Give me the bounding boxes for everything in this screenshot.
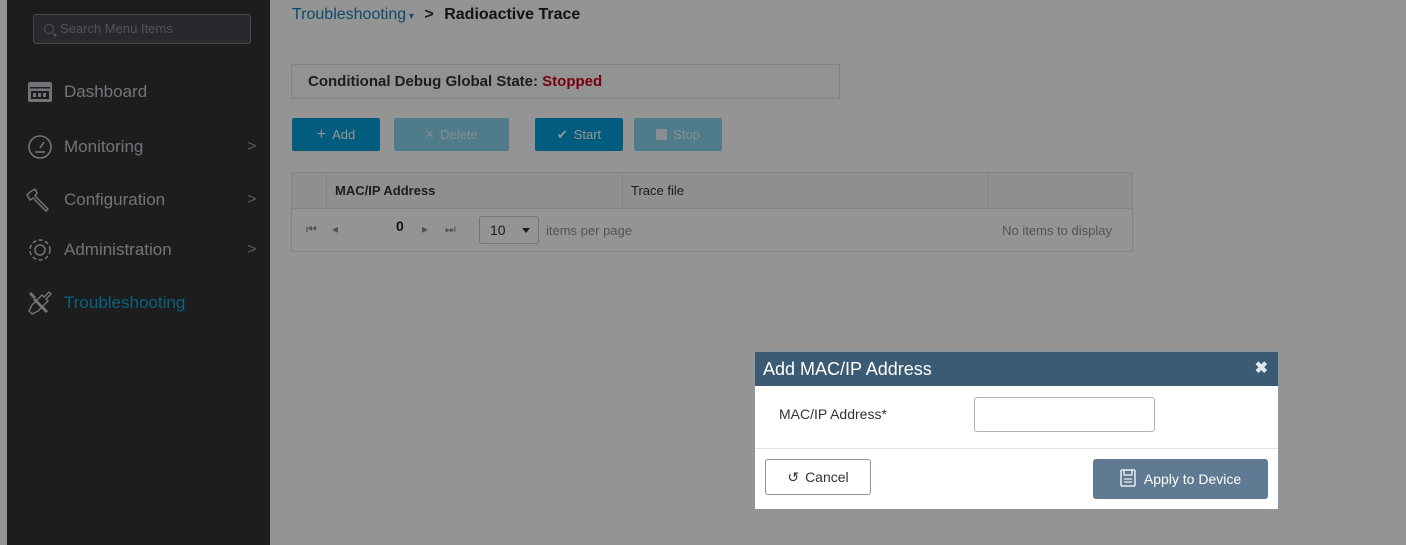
- mac-ip-field-label: MAC/IP Address*: [779, 406, 887, 422]
- apply-to-device-button[interactable]: Apply to Device: [1093, 459, 1268, 499]
- dialog-divider: [755, 448, 1278, 449]
- add-address-dialog: Add MAC/IP Address ✖ MAC/IP Address* ↺ C…: [754, 351, 1279, 510]
- close-icon[interactable]: ✖: [1255, 352, 1268, 386]
- undo-icon: ↺: [787, 468, 800, 485]
- app-root: Search Menu Items Dashboard Monitoring >…: [0, 0, 1406, 545]
- dialog-title: Add MAC/IP Address: [763, 359, 932, 379]
- cancel-button[interactable]: ↺ Cancel: [765, 459, 871, 495]
- mac-ip-input[interactable]: [974, 397, 1155, 432]
- cancel-button-label: Cancel: [805, 469, 849, 485]
- dialog-header: Add MAC/IP Address ✖: [755, 352, 1278, 386]
- save-icon: [1120, 468, 1136, 490]
- apply-button-label: Apply to Device: [1143, 471, 1242, 487]
